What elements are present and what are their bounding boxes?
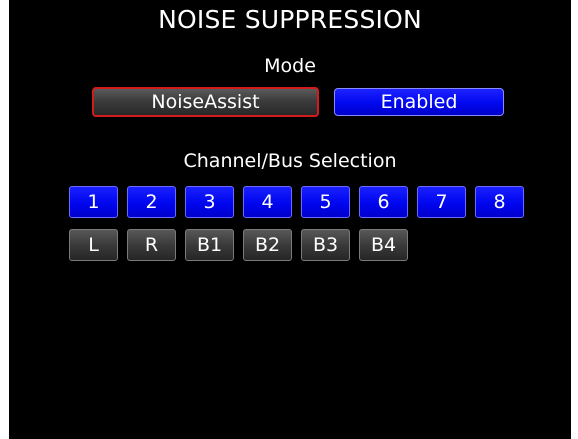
channel-2-button[interactable]: 2 <box>127 186 176 218</box>
bus-b2-button[interactable]: B2 <box>243 229 292 261</box>
bus-b1-button[interactable]: B1 <box>185 229 234 261</box>
channel-bus-selection-label: Channel/Bus Selection <box>183 150 397 172</box>
channel-1-button[interactable]: 1 <box>69 186 118 218</box>
channel-5-button[interactable]: 5 <box>301 186 350 218</box>
channel-6-button[interactable]: 6 <box>359 186 408 218</box>
channel-3-button[interactable]: 3 <box>185 186 234 218</box>
enabled-toggle-button[interactable]: Enabled <box>334 88 504 116</box>
bus-l-button[interactable]: L <box>69 229 118 261</box>
channel-7-button[interactable]: 7 <box>417 186 466 218</box>
bus-b3-button[interactable]: B3 <box>301 229 350 261</box>
channel-8-button[interactable]: 8 <box>475 186 524 218</box>
noise-assist-mode-button[interactable]: NoiseAssist <box>92 87 319 117</box>
mode-label: Mode <box>264 55 316 77</box>
channel-4-button[interactable]: 4 <box>243 186 292 218</box>
bus-b4-button[interactable]: B4 <box>359 229 408 261</box>
noise-suppression-screen: NOISE SUPPRESSION Mode NoiseAssist Enabl… <box>9 0 571 439</box>
bus-r-button[interactable]: R <box>127 229 176 261</box>
page-title: NOISE SUPPRESSION <box>158 5 422 34</box>
